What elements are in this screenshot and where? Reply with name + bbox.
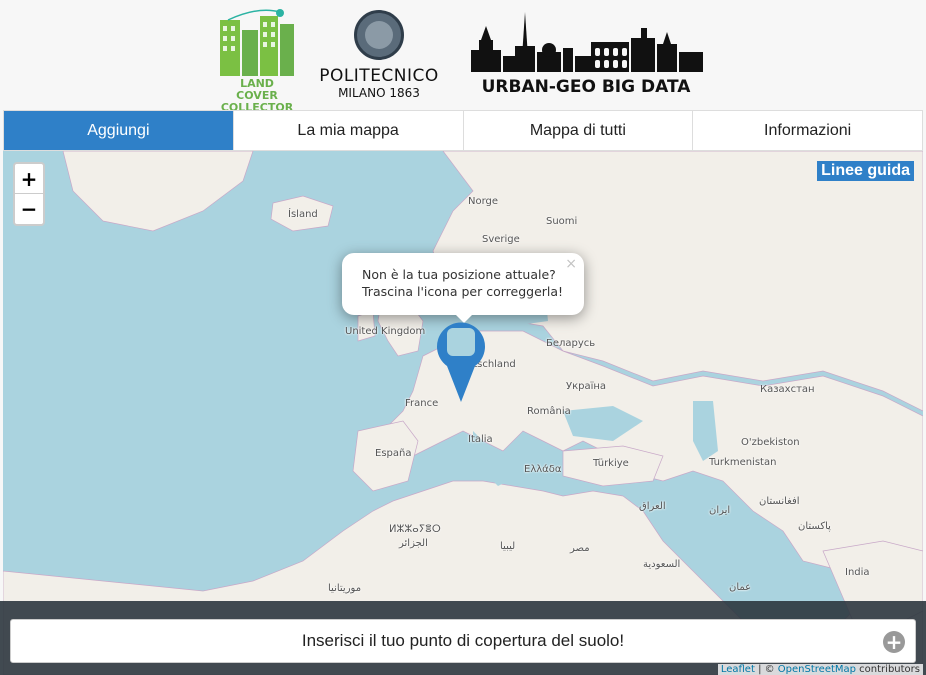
map-label-pakistan: پاکستان (798, 521, 831, 532)
map-canvas[interactable]: Ísland Norge Suomi Sverige United Kingdo… (3, 151, 923, 675)
city-skyline-icon (471, 12, 703, 72)
politecnico-seal-icon (354, 10, 404, 60)
map-label-algeria-tifinagh: ⵍⵣⵣⴰⵢⴻⵔ (389, 524, 441, 535)
map-label-ellada: Ελλάδα (524, 464, 562, 475)
zoom-in-button[interactable]: + (15, 164, 43, 194)
urban-geo-title: URBAN-GEO BIG DATA (481, 77, 691, 97)
map-label-ukraina: Україна (566, 381, 607, 392)
urban-geo-logo: URBAN-GEO BIG DATA (467, 12, 705, 100)
popup-close-button[interactable]: × (565, 256, 577, 273)
map-label-mauritania: موريتانيا (328, 583, 362, 594)
popup-line-1: Non è la tua posizione attuale? (362, 267, 556, 282)
map-label-island: Ísland (288, 209, 318, 220)
map-label-egypt: مصر (570, 543, 590, 554)
map-label-india: India (845, 567, 870, 578)
politecnico-name: POLITECNICO (319, 66, 439, 86)
map-label-italia: Italia (468, 434, 493, 445)
map-label-oman: عمان (729, 582, 752, 593)
map-label-uk: United Kingdom (345, 326, 426, 337)
zoom-control: + − (13, 162, 45, 226)
map-label-afghanistan: افغانستان (759, 496, 800, 507)
map-label-ozbekiston: O'zbekiston (741, 437, 800, 448)
osm-link[interactable]: OpenStreetMap (778, 664, 856, 675)
politecnico-subtitle: MILANO 1863 (338, 86, 420, 100)
map-label-belarus: Беларусь (546, 338, 596, 349)
map-land-layer (3, 151, 923, 675)
map-label-turkiye: Türkiye (593, 458, 629, 469)
attribution-separator: | © (754, 664, 778, 675)
tab-la-mia-mappa[interactable]: La mia mappa (234, 111, 464, 150)
plus-circle-icon: + (883, 631, 905, 653)
map-label-iraq: العراق (639, 501, 666, 512)
land-cover-collector-logo: LAND COVER COLLECTOR (218, 8, 298, 114)
main-tabs: Aggiungi La mia mappa Mappa di tutti Inf… (3, 110, 923, 151)
lcc-logo-text: LAND COVER COLLECTOR (220, 77, 294, 114)
tab-mappa-di-tutti[interactable]: Mappa di tutti (464, 111, 694, 150)
map-label-norge: Norge (468, 196, 499, 207)
zoom-out-button[interactable]: − (15, 194, 43, 224)
leaflet-link[interactable]: Leaflet (721, 664, 755, 675)
map-label-saudi: السعودية (643, 559, 681, 570)
attribution-suffix: contributors (856, 664, 920, 675)
add-land-cover-point-button[interactable]: Inserisci il tuo punto di copertura del … (10, 619, 916, 663)
map-label-romania: România (527, 406, 571, 417)
app-header: LAND COVER COLLECTOR POLITECNICO MILANO 1… (0, 0, 926, 114)
politecnico-logo: POLITECNICO MILANO 1863 (312, 10, 446, 102)
map-label-turkmenistan: Turkmenistan (709, 457, 777, 468)
map-label-kazakhstan: Казахстан (760, 384, 815, 395)
tab-aggiungi[interactable]: Aggiungi (4, 111, 234, 150)
map-label-espana: España (375, 448, 412, 459)
lcc-buildings-icon (220, 9, 294, 76)
location-popup: Non è la tua posizione attuale? Trascina… (342, 253, 584, 323)
tab-informazioni[interactable]: Informazioni (693, 111, 922, 150)
guidelines-button[interactable]: Linee guida (817, 161, 914, 181)
map-label-iran: ایران (709, 505, 731, 516)
map-attribution: Leaflet | © OpenStreetMap contributors (717, 664, 923, 675)
map-label-libya: ليبيا (500, 541, 516, 552)
location-marker-icon[interactable] (433, 314, 489, 404)
map-label-algeria: الجزائر (399, 538, 428, 549)
popup-line-2: Trascina l'icona per correggerla! (362, 284, 564, 299)
add-point-label: Inserisci il tuo punto di copertura del … (301, 631, 625, 650)
map-label-sverige: Sverige (482, 234, 520, 245)
map-label-suomi: Suomi (546, 216, 578, 227)
